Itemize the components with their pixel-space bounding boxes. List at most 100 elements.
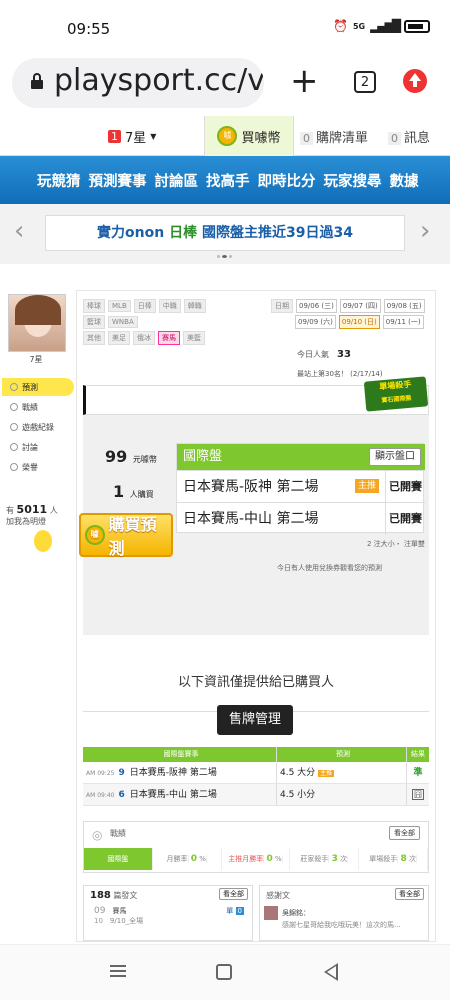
posts-more-button[interactable]: 看全部 xyxy=(219,888,248,900)
main-pick-badge: 主推 xyxy=(355,479,380,493)
killer-ribbon: 單場殺手 寶石國際盤 xyxy=(363,376,429,412)
record-box: ◎ 戰績 看全部 國際盤 月勝率 0 % 主推月勝率 0 % 莊家殺手 3 次 … xyxy=(83,821,429,873)
messages-link[interactable]: 0 訊息 xyxy=(388,127,430,146)
medal-icon xyxy=(10,463,18,471)
sidebar-item-discuss[interactable]: 討論 xyxy=(2,438,74,456)
main-nav: 玩競猜 預測賽事 討論區 找高手 即時比分 玩家搜尋 數據 xyxy=(0,156,450,204)
pred-row: 日本賽馬-中山 第二場 已開賽 xyxy=(177,502,425,535)
record-title: 戰績 xyxy=(110,829,126,838)
post-item[interactable]: 09 賽馬 單 0 10 9/10_全場 xyxy=(94,906,244,926)
stat-label: 莊家殺手 xyxy=(300,855,330,863)
pred-game: 日本賽馬-中山 第二場 xyxy=(183,511,319,527)
date-tab[interactable]: 09/06 (三) xyxy=(296,299,337,313)
rank-sub: (2/17/14) xyxy=(350,370,383,378)
home-icon[interactable] xyxy=(216,964,232,980)
battery-icon xyxy=(404,19,430,33)
buy-coin-label: 買噱幣 xyxy=(241,130,281,146)
filter-tag[interactable]: MLB xyxy=(108,300,131,312)
stat-unit: % xyxy=(275,855,283,863)
date-tab[interactable]: 09/08 (五) xyxy=(383,299,425,313)
buy-coin-button[interactable]: 噱 買噱幣 xyxy=(204,116,294,156)
filter-label: 籃球 xyxy=(83,315,105,329)
date-tab[interactable]: 09/09 (六) xyxy=(295,315,336,329)
posts-box: 188 篇發文 看全部 09 賽馬 單 0 10 9/10_全場 xyxy=(83,885,253,941)
promo-text: 國際盤主推近39日過34 xyxy=(201,225,353,241)
filter-tag[interactable]: 美足 xyxy=(108,331,130,345)
nav-item-forum[interactable]: 討論區 xyxy=(155,170,199,191)
coin-icon: 噱 xyxy=(217,126,238,146)
buy-prediction-button[interactable]: 噱購買預測 xyxy=(79,513,173,558)
filter-tag[interactable]: 韓職 xyxy=(183,299,206,313)
sales-manage-button[interactable]: 售牌管理 xyxy=(217,705,293,735)
record-more-button[interactable]: 看全部 xyxy=(389,826,420,840)
filter-tag[interactable]: 日棒 xyxy=(133,299,156,313)
result-table: 國際盤賽事 預測 結果 AM 09:25 9 日本賽馬-阪神 第二場 4.5 大分 主推 準… xyxy=(83,747,429,806)
nav-item-player-search[interactable]: 玩家搜尋 xyxy=(324,170,382,191)
filter-tag[interactable]: 中職 xyxy=(158,299,181,313)
sidebar-item-honor[interactable]: 榮譽 xyxy=(2,458,74,476)
show-odds-button[interactable]: 顯示盤口 xyxy=(369,448,421,466)
date-tab-active[interactable]: 09/10 (日) xyxy=(338,315,380,329)
thanks-more-button[interactable]: 看全部 xyxy=(395,888,424,900)
filter-tag[interactable]: 俄冰 xyxy=(133,331,155,345)
status-bar: 09:55 ⏰ 5G ▂▄▆█ xyxy=(0,0,450,50)
record-tab-intl[interactable]: 國際盤 xyxy=(84,848,153,870)
date-tab[interactable]: 09/07 (四) xyxy=(339,299,381,313)
address-bar[interactable]: playsport.cc/v xyxy=(12,58,264,108)
nav-item-experts[interactable]: 找高手 xyxy=(206,170,250,191)
nav-item-predict[interactable]: 預測賽事 xyxy=(89,170,147,191)
thanks-text: 感謝七星哥給我吃哦玩美！這次的馬... xyxy=(282,921,401,929)
pred-status: 已開賽 xyxy=(385,471,425,503)
filter-tag[interactable]: WNBA xyxy=(108,316,138,328)
count-prefix: 有 xyxy=(6,506,14,515)
thanks-item[interactable]: 吳錦銘： 感謝七星哥給我吃哦玩美！這次的馬... xyxy=(264,906,424,933)
buy-label: 購買預測 xyxy=(108,515,157,558)
upgrade-icon[interactable] xyxy=(403,69,427,93)
sidebar-item-predict[interactable]: 預測 xyxy=(2,378,74,396)
sidebar-item-history[interactable]: 遊戲紀錄 xyxy=(2,418,74,436)
tabs-button[interactable]: 2 xyxy=(354,71,376,93)
row-pick: 4.5 大分 xyxy=(280,768,316,778)
user-level-dropdown[interactable]: 1 7星 ▼ xyxy=(108,127,156,146)
lock-icon xyxy=(31,73,43,89)
post-date-sub: 10 xyxy=(94,917,103,925)
chevron-right-icon[interactable]: › xyxy=(420,216,430,246)
coin-icon: 噱 xyxy=(85,525,105,545)
avatar xyxy=(264,906,278,920)
nav-item-play[interactable]: 玩競猜 xyxy=(37,170,81,191)
back-icon[interactable] xyxy=(324,963,338,981)
nav-item-livescore[interactable]: 即時比分 xyxy=(258,170,316,191)
cart-link[interactable]: 0 購牌清單 xyxy=(300,127,368,146)
user-name: 7星 xyxy=(29,355,43,364)
menu-icon[interactable] xyxy=(110,965,126,977)
table-row: AM 09:25 9 日本賽馬-阪神 第二場 4.5 大分 主推 準 xyxy=(83,762,429,784)
thanks-box: 感謝文 看全部 吳錦銘： 感謝七星哥給我吃哦玩美！這次的馬... xyxy=(259,885,429,941)
avatar[interactable] xyxy=(8,294,66,352)
row-game: 日本賽馬-中山 第二場 xyxy=(129,790,217,800)
promo-banner[interactable]: 實力onon 日棒 國際盤主推近39日過34 xyxy=(45,215,405,251)
popularity-label: 今日人氣 xyxy=(297,350,329,359)
filter-tag[interactable]: 美籃 xyxy=(183,331,205,345)
clock-icon xyxy=(10,423,18,431)
row-game: 日本賽馬-阪神 第二場 xyxy=(129,768,217,778)
date-tab[interactable]: 09/11 (一) xyxy=(382,315,424,329)
buyers-unit: 人購買 xyxy=(129,490,154,499)
record-main-monthly: 主推月勝率 0 % xyxy=(222,848,291,870)
filter-baseball: 棒球 MLB 日棒 中職 韓職 xyxy=(83,299,206,313)
chart-icon xyxy=(10,403,18,411)
stat-unit: 次 xyxy=(408,855,417,863)
record-single-killer: 單場殺手 8 次 xyxy=(359,848,428,870)
chevron-left-icon[interactable]: ‹ xyxy=(14,216,24,246)
follower-number: 5011 xyxy=(16,503,48,516)
carousel-dots xyxy=(217,255,233,259)
sidebar-item-record[interactable]: 戰績 xyxy=(2,398,74,416)
stat-value: 0 xyxy=(190,854,197,864)
nav-item-stats[interactable]: 數據 xyxy=(390,170,419,191)
stat-value: 0 xyxy=(266,854,273,864)
new-tab-button[interactable]: + xyxy=(290,64,319,98)
post-date: 09 xyxy=(94,906,106,916)
price: 99 元噱幣 xyxy=(105,447,157,466)
rank-text: 最站上第30名！ (2/17/14) xyxy=(297,369,383,379)
filter-tag-active[interactable]: 賽馬 xyxy=(158,331,180,345)
chevron-down-icon: ▼ xyxy=(150,132,157,141)
